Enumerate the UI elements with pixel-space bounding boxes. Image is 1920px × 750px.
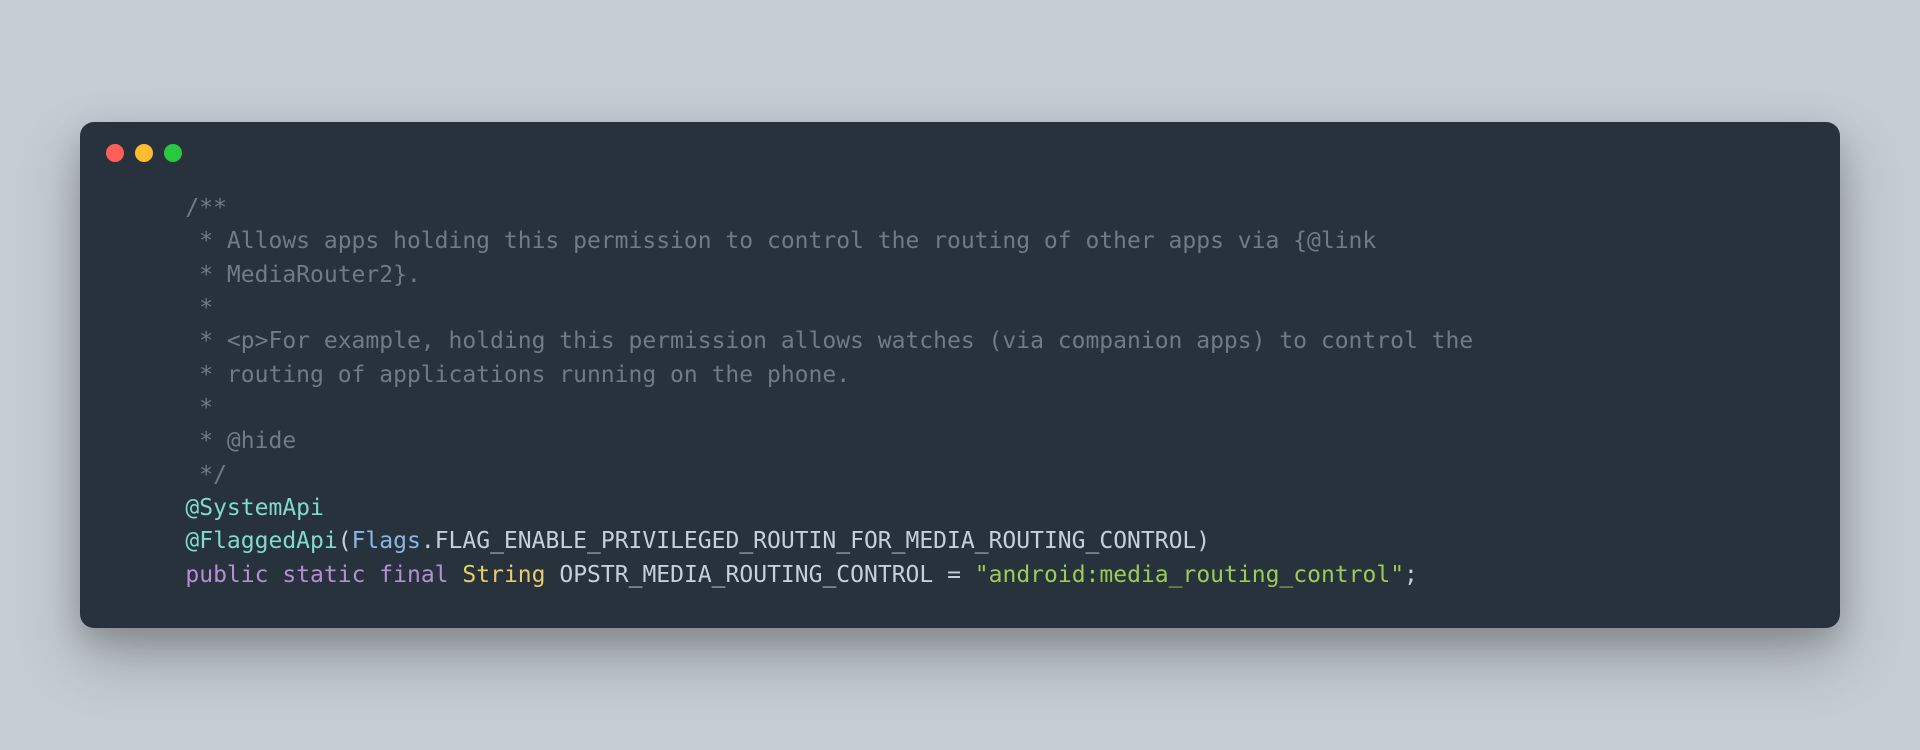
dot-operator: . [421, 528, 435, 554]
string-literal: "android:media_routing_control" [975, 562, 1404, 588]
close-icon[interactable] [106, 144, 124, 162]
comment-line: */ [130, 462, 227, 488]
comment-line: * [130, 395, 213, 421]
type-string: String [462, 562, 545, 588]
zoom-icon[interactable] [164, 144, 182, 162]
class-ref-flags: Flags [352, 528, 421, 554]
comment-line: * Allows apps holding this permission to… [130, 228, 1376, 254]
code-indent [130, 495, 185, 521]
code-indent [130, 562, 185, 588]
keyword-public: public [185, 562, 268, 588]
equals-operator: = [933, 562, 975, 588]
variable-name: OPSTR_MEDIA_ROUTING_CONTROL [559, 562, 933, 588]
comment-line: * <p>For example, holding this permissio… [130, 328, 1473, 354]
keyword-final: final [379, 562, 448, 588]
code-block: /** * Allows apps holding this permissio… [80, 172, 1840, 592]
annotation-flaggedapi: @FlaggedApi [185, 528, 337, 554]
code-window: /** * Allows apps holding this permissio… [80, 122, 1840, 628]
window-titlebar [80, 122, 1840, 172]
comment-line: * [130, 295, 213, 321]
semicolon: ; [1404, 562, 1418, 588]
comment-line: * routing of applications running on the… [130, 362, 850, 388]
paren-open: ( [338, 528, 352, 554]
keyword-static: static [282, 562, 365, 588]
code-indent [130, 528, 185, 554]
comment-line: /** [130, 195, 227, 221]
flag-constant: FLAG_ENABLE_PRIVILEGED_ROUTIN_FOR_MEDIA_… [435, 528, 1197, 554]
minimize-icon[interactable] [135, 144, 153, 162]
paren-close: ) [1196, 528, 1210, 554]
comment-line: * MediaRouter2}. [130, 262, 421, 288]
annotation-systemapi: @SystemApi [185, 495, 323, 521]
comment-line: * @hide [130, 428, 296, 454]
